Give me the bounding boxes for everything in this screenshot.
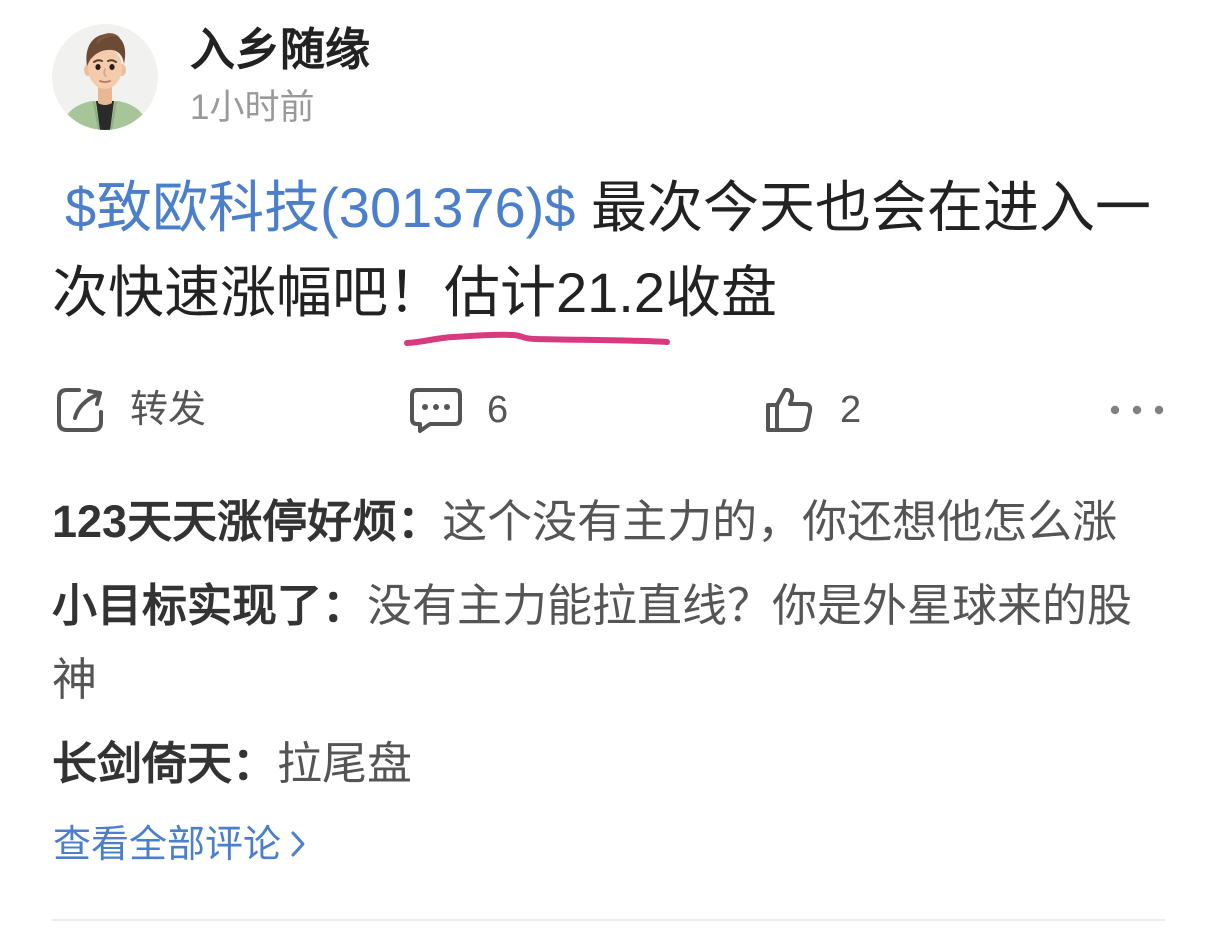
repost-icon xyxy=(57,388,103,432)
post-time: 1小时前 xyxy=(190,88,315,127)
avatar-image xyxy=(52,24,158,130)
comment-author[interactable]: 小目标实现了： xyxy=(52,580,367,631)
more-options-button[interactable] xyxy=(1108,385,1166,435)
repost-button[interactable]: 转发 xyxy=(55,385,215,435)
more-dots-icon xyxy=(1110,405,1164,415)
comment-icon xyxy=(410,388,462,433)
post-divider xyxy=(52,919,1165,921)
avatar[interactable] xyxy=(52,24,158,130)
like-button[interactable]: 2 xyxy=(763,385,873,435)
action-bar: 转发 6 2 xyxy=(0,385,1216,435)
highlighted-text: 估计21.2收盘 xyxy=(444,261,777,324)
repost-label: 转发 xyxy=(130,389,207,431)
comment-text: 拉尾盘 xyxy=(277,738,413,789)
comment-count: 6 xyxy=(487,389,509,431)
comment-item[interactable]: 小目标实现了：没有主力能拉直线？你是外星球来的股神 xyxy=(52,569,1165,717)
hand-drawn-underline xyxy=(404,331,670,346)
comment-text: 这个没有主力的，你还想他怎么涨 xyxy=(442,496,1118,547)
stock-mention-link[interactable]: $致欧科技(301376)$ xyxy=(65,176,575,239)
chevron-right-icon xyxy=(291,831,305,857)
comment-item[interactable]: 长剑倚天：拉尾盘 xyxy=(52,727,1165,801)
highlighted-phrase: 估计21.2收盘 xyxy=(404,250,777,346)
comment-author[interactable]: 123天天涨停好烦： xyxy=(52,496,442,547)
author-name[interactable]: 入乡随缘 xyxy=(190,22,370,78)
comment-button[interactable]: 6 xyxy=(408,385,518,435)
comment-author[interactable]: 长剑倚天： xyxy=(52,738,277,789)
view-all-label: 查看全部评论 xyxy=(53,824,282,866)
comment-item[interactable]: 123天天涨停好烦：这个没有主力的，你还想他怎么涨 xyxy=(52,485,1165,559)
like-count: 2 xyxy=(840,389,862,431)
comment-list: 123天天涨停好烦：这个没有主力的，你还想他怎么涨 小目标实现了：没有主力能拉直… xyxy=(52,485,1165,811)
post-content[interactable]: $致欧科技(301376)$ 最次今天也会在进入一次快速涨幅吧！估计21.2收盘 xyxy=(52,165,1165,346)
view-all-comments-link[interactable]: 查看全部评论 xyxy=(53,817,307,873)
thumbs-up-icon xyxy=(766,387,813,432)
